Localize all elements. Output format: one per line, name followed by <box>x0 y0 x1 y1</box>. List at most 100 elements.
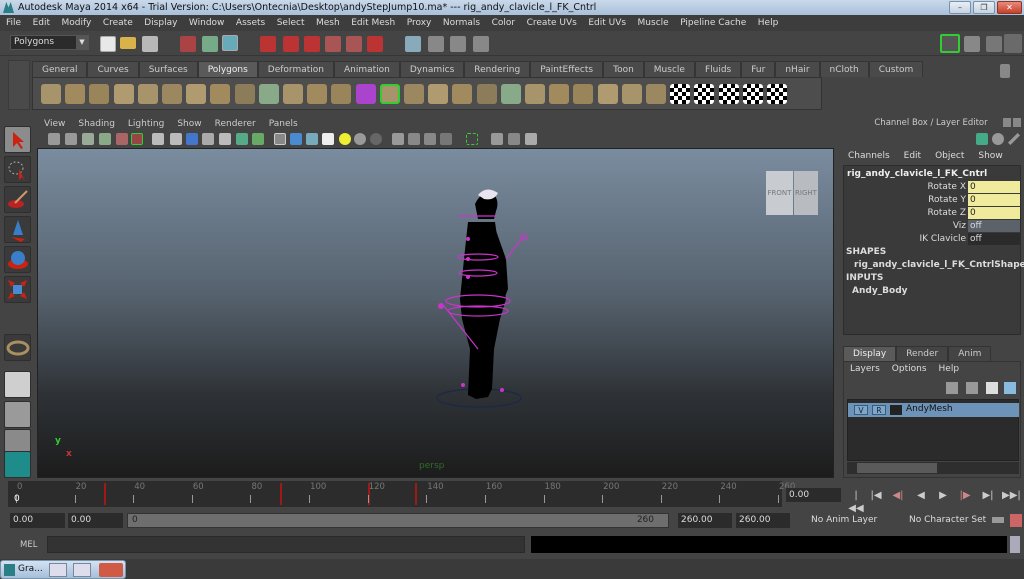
shelf-tab-nhair[interactable]: nHair <box>775 61 820 77</box>
shelf-tab-animation[interactable]: Animation <box>333 61 400 77</box>
2d-pan-zoom-icon[interactable] <box>116 133 128 145</box>
sculpt-icon[interactable] <box>646 84 666 104</box>
menu-edit[interactable]: Edit <box>33 18 50 28</box>
mirror-icon[interactable] <box>404 84 424 104</box>
render-settings-icon[interactable] <box>473 36 489 52</box>
poly-torus-icon[interactable] <box>162 84 182 104</box>
layer-row[interactable]: V R AndyMesh <box>848 403 1019 417</box>
tool-settings-icon[interactable] <box>986 36 1002 52</box>
menu-proxy[interactable]: Proxy <box>407 18 432 28</box>
shelf-tab-curves[interactable]: Curves <box>87 61 139 77</box>
viewport-menu-show[interactable]: Show <box>177 119 201 129</box>
split-polygon-icon[interactable] <box>525 84 545 104</box>
channel-name[interactable]: Rotate Y <box>928 194 966 206</box>
keyframe-marker[interactable] <box>103 483 106 505</box>
go-to-end-button[interactable]: ▶▶| <box>1002 489 1021 502</box>
screen-space-ao-icon[interactable] <box>370 133 382 145</box>
menu-window[interactable]: Window <box>189 18 225 28</box>
cb-menu-object[interactable]: Object <box>935 151 964 161</box>
menu-normals[interactable]: Normals <box>443 18 480 28</box>
merge-icon[interactable] <box>621 84 642 104</box>
channel-value[interactable]: 0 <box>968 181 1020 193</box>
restore-icon[interactable] <box>49 563 67 577</box>
paint-select-tool-icon[interactable] <box>4 186 31 213</box>
channel-name[interactable]: Viz <box>953 220 966 232</box>
restore-button[interactable]: ❐ <box>973 1 995 14</box>
open-scene-icon[interactable] <box>120 37 136 49</box>
input-node-name[interactable]: Andy_Body <box>852 286 908 296</box>
keyframe-marker[interactable] <box>414 483 417 505</box>
auto-key-icon[interactable] <box>992 517 1004 523</box>
smooth-shade-icon[interactable] <box>290 133 302 145</box>
layer-menu-layers[interactable]: Layers <box>850 364 880 374</box>
last-tool-torus-icon[interactable] <box>4 334 31 361</box>
cb-menu-edit[interactable]: Edit <box>904 151 921 161</box>
menu-edit-mesh[interactable]: Edit Mesh <box>351 18 395 28</box>
share-icon[interactable] <box>525 133 537 145</box>
booleans-icon[interactable] <box>355 84 376 104</box>
shelf-tab-dynamics[interactable]: Dynamics <box>399 61 465 77</box>
viewport-menu-panels[interactable]: Panels <box>269 119 298 129</box>
close-button[interactable]: ✕ <box>997 1 1022 14</box>
poly-cone-icon[interactable] <box>113 84 134 104</box>
channel-value[interactable]: 0 <box>968 194 1020 206</box>
single-pane-layout-icon[interactable] <box>4 371 31 398</box>
menu-pipeline-cache[interactable]: Pipeline Cache <box>680 18 746 28</box>
close-panel-icon[interactable] <box>1013 118 1021 127</box>
shelf-tab-deformation[interactable]: Deformation <box>257 61 334 77</box>
step-forward-frame-button[interactable]: ▶| <box>980 489 996 502</box>
automatic-map-icon[interactable] <box>742 84 763 104</box>
animation-preferences-icon[interactable] <box>1010 514 1022 527</box>
xray-joints-icon[interactable] <box>424 133 436 145</box>
select-tool-icon[interactable] <box>4 126 31 153</box>
shadows-icon[interactable] <box>354 133 366 145</box>
menu-display[interactable]: Display <box>144 18 177 28</box>
float-panel-icon[interactable] <box>1003 118 1011 127</box>
layer-tab-display[interactable]: Display <box>843 346 897 361</box>
xray-components-icon[interactable] <box>440 133 452 145</box>
menu-set-dropdown[interactable]: Polygons ▼ <box>10 35 89 50</box>
speed-icon[interactable] <box>992 133 1004 145</box>
select-component-icon[interactable] <box>222 35 238 51</box>
select-camera-icon[interactable] <box>48 133 60 145</box>
layer-tab-anim[interactable]: Anim <box>948 346 992 361</box>
toggle-modeling-toolkit-icon[interactable] <box>940 34 960 53</box>
new-scene-icon[interactable] <box>100 36 116 52</box>
attribute-editor-icon[interactable] <box>964 36 980 52</box>
move-layer-up-icon[interactable] <box>946 382 958 394</box>
step-back-frame-button[interactable]: |◀ <box>868 489 884 502</box>
poly-smooth-icon[interactable] <box>379 84 400 104</box>
save-scene-icon[interactable] <box>142 36 158 52</box>
view-duplicate-icon[interactable] <box>508 133 520 145</box>
offset-edge-loop-icon[interactable] <box>573 84 594 104</box>
resolution-gate-icon[interactable] <box>186 133 198 145</box>
bookmarks-icon[interactable] <box>82 133 94 145</box>
four-pane-layout-icon[interactable] <box>4 401 31 428</box>
bevel-icon[interactable] <box>597 84 618 104</box>
viewport-menu-lighting[interactable]: Lighting <box>128 119 164 129</box>
cube-outline-icon[interactable] <box>491 133 503 145</box>
poly-plane-icon[interactable] <box>137 84 158 104</box>
channel-name[interactable]: Rotate Z <box>928 207 967 219</box>
shelf-tab-muscle[interactable]: Muscle <box>643 61 695 77</box>
uv-editor-icon[interactable] <box>767 84 787 104</box>
channel-row[interactable]: Rotate Y 0 <box>844 194 1020 206</box>
layer-menu-options[interactable]: Options <box>892 364 927 374</box>
smooth-icon[interactable] <box>307 84 328 104</box>
make-live-icon[interactable] <box>346 36 362 52</box>
poly-pipe-icon[interactable] <box>210 84 231 104</box>
minimize-button[interactable]: – <box>949 1 971 14</box>
menu-create[interactable]: Create <box>103 18 133 28</box>
snap-surface-icon[interactable] <box>367 36 383 52</box>
poly-platonic-icon[interactable] <box>234 84 255 104</box>
render-frame-icon[interactable] <box>428 36 444 52</box>
keyframe-marker[interactable] <box>279 483 282 505</box>
step-back-key-button[interactable]: ◀| <box>890 489 906 502</box>
channel-box-icon[interactable] <box>1004 34 1022 53</box>
channel-row[interactable]: Viz off <box>844 220 1020 232</box>
isolate-select-icon[interactable] <box>392 133 404 145</box>
move-tool-icon[interactable] <box>4 216 31 243</box>
move-layer-down-icon[interactable] <box>966 382 978 394</box>
menu-color[interactable]: Color <box>492 18 516 28</box>
menu-file[interactable]: File <box>6 18 21 28</box>
